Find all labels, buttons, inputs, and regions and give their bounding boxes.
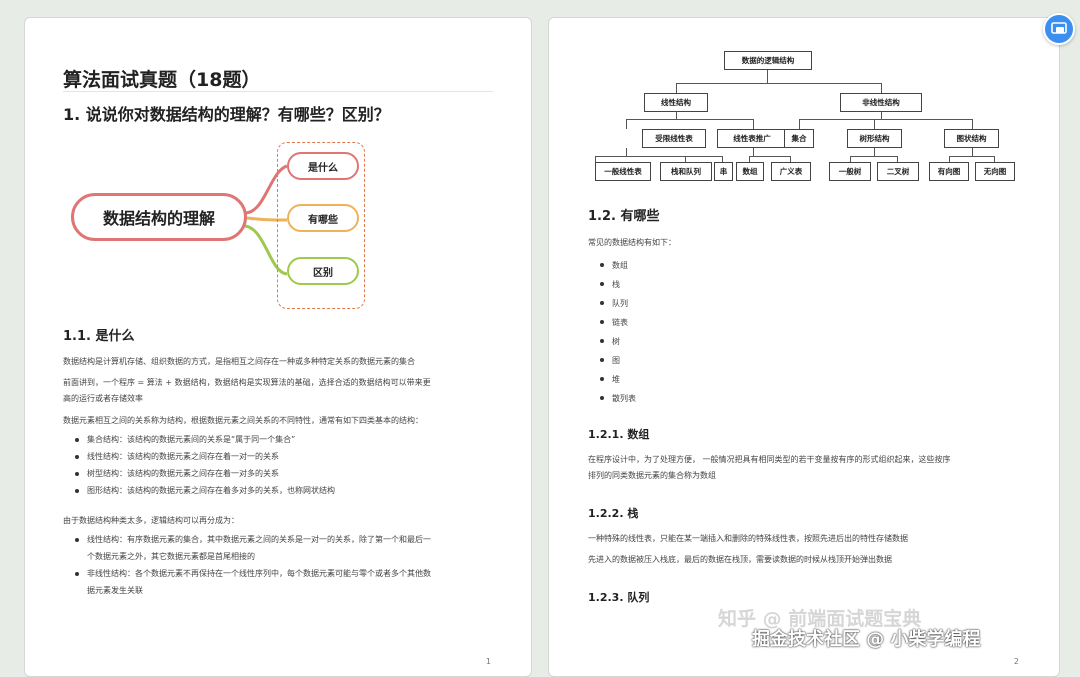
basic-structures-list: 集合结构：该结构的数据元素间的关系是“属于同一个集合” 线性结构：该结构的数据元… xyxy=(69,431,335,499)
tree-node-restricted-linear: 受限线性表 xyxy=(642,129,706,148)
tree-connector xyxy=(881,111,883,119)
list-item: 树型结构：该结构的数据元素之间存在着一对多的关系 xyxy=(69,465,335,482)
list-item: 线性结构：有序数据元素的集合，其中数据元素之间的关系是一对一的关系，除了第一个和… xyxy=(69,531,499,565)
tree-node-directed-graph: 有向图 xyxy=(929,162,969,181)
list-item-line: 据元素发生关联 xyxy=(87,586,143,595)
list-item: 堆 xyxy=(594,370,636,389)
list-item: 树 xyxy=(594,332,636,351)
tree-connector xyxy=(949,156,995,158)
tree-node-tree-structure: 树形结构 xyxy=(847,129,902,148)
document-title: 算法面试真题（18题） xyxy=(63,69,261,91)
tree-node-undirected-graph: 无向图 xyxy=(975,162,1015,181)
paragraph-stack-line1: 一种特殊的线性表，只能在某一端插入和删除的特殊线性表，按照先进后出的特性存储数据 xyxy=(588,534,908,543)
tree-connector xyxy=(749,156,791,158)
tree-node-general-tree: 一般树 xyxy=(829,162,871,181)
list-item: 线性结构：该结构的数据元素之间存在着一对一的关系 xyxy=(69,448,335,465)
paragraph-logical-split: 由于数据结构种类太多，逻辑结构可以再分成为： xyxy=(63,516,239,525)
cast-icon[interactable] xyxy=(1043,13,1075,45)
tree-node-linear-extension: 线性表推广 xyxy=(717,129,787,148)
tree-connector xyxy=(626,119,628,129)
paragraph-structure-types: 数据元素相互之间的关系称为结构，根据数据元素之间关系的不同特性，通常有如下四类基… xyxy=(63,416,423,425)
common-structures-list: 数组 栈 队列 链表 树 图 堆 散列表 xyxy=(594,256,636,408)
title-divider xyxy=(63,91,493,92)
tree-node-graph-structure: 图状结构 xyxy=(944,129,999,148)
cast-icon-glyph xyxy=(1051,22,1067,34)
tree-connector xyxy=(676,83,882,85)
list-item: 散列表 xyxy=(594,389,636,408)
section-1-2-1-heading: 1.2.1. 数组 xyxy=(588,428,650,441)
mindmap-node-what: 是什么 xyxy=(287,152,359,180)
tree-connector xyxy=(753,119,755,129)
section-1-2-heading: 1.2. 有哪些 xyxy=(588,209,660,224)
list-item: 图 xyxy=(594,351,636,370)
page-number: 2 xyxy=(1013,657,1019,666)
document-page-2: 数据的逻辑结构 线性结构 非线性结构 受限线性表 线性表推广 集合 树形结构 图… xyxy=(548,17,1060,677)
document-page-1: 算法面试真题（18题） 1. 说说你对数据结构的理解？有哪些？区别？ 数据结构的… xyxy=(24,17,532,677)
list-item-line: 线性结构：有序数据元素的集合，其中数据元素之间的关系是一对一的关系，除了第一个和… xyxy=(87,535,431,544)
list-item: 栈 xyxy=(594,275,636,294)
tree-connector xyxy=(799,119,973,121)
tree-connector xyxy=(595,156,723,158)
tree-connector xyxy=(626,148,628,156)
section-1-1-heading: 1.1. 是什么 xyxy=(63,329,135,344)
tree-connector xyxy=(874,148,876,156)
list-item-line: 个数据元素之外，其它数据元素都是首尾相接的 xyxy=(87,552,255,561)
page-number: 1 xyxy=(485,657,491,666)
tree-node-array: 数组 xyxy=(736,162,764,181)
section-1-2-3-heading: 1.2.3. 队列 xyxy=(588,591,650,604)
tree-connector xyxy=(676,111,678,119)
tree-node-string: 串 xyxy=(714,162,733,181)
list-item: 链表 xyxy=(594,313,636,332)
tree-connector xyxy=(753,148,755,156)
tree-connector xyxy=(972,148,974,156)
tree-node-stack-queue: 栈和队列 xyxy=(660,162,712,181)
tree-node-set: 集合 xyxy=(784,129,814,148)
source-watermark: 掘金技术社区 @ 小柴学编程 xyxy=(752,629,981,650)
tree-node-generalized-list: 广义表 xyxy=(771,162,811,181)
list-item: 队列 xyxy=(594,294,636,313)
logical-structures-list: 线性结构：有序数据元素的集合，其中数据元素之间的关系是一对一的关系，除了第一个和… xyxy=(69,531,499,599)
tree-connector xyxy=(676,83,678,93)
list-item: 集合结构：该结构的数据元素间的关系是“属于同一个集合” xyxy=(69,431,335,448)
list-item: 图形结构：该结构的数据元素之间存在着多对多的关系，也称网状结构 xyxy=(69,482,335,499)
list-item: 非线性结构：各个数据元素不再保持在一个线性序列中，每个数据元素可能与零个或者多个… xyxy=(69,565,499,599)
paragraph-stack-line2: 先进入的数据被压入栈底，最后的数据在栈顶，需要读数据的时候从栈顶开始弹出数据 xyxy=(588,555,892,564)
mindmap-node-types: 有哪些 xyxy=(287,204,359,232)
tree-node-general-linear: 一般线性表 xyxy=(595,162,651,181)
paragraph-program-line1: 前面讲到，一个程序 = 算法 + 数据结构，数据结构是实现算法的基础，选择合适的… xyxy=(63,378,431,387)
list-item: 数组 xyxy=(594,256,636,275)
tree-node-root: 数据的逻辑结构 xyxy=(724,51,812,70)
tree-connector xyxy=(850,156,898,158)
mindmap-center-node: 数据结构的理解 xyxy=(71,193,247,241)
paragraph-common-structures: 常见的数据结构有如下： xyxy=(588,238,676,247)
section-1-heading: 1. 说说你对数据结构的理解？有哪些？区别？ xyxy=(63,105,390,124)
tree-node-nonlinear: 非线性结构 xyxy=(840,93,922,112)
tree-connector xyxy=(626,119,754,121)
paragraph-array-line2: 排列的同类数据元素的集合称为数组 xyxy=(588,471,716,480)
paragraph-definition: 数据结构是计算机存储、组织数据的方式，是指相互之间存在一种或多种特定关系的数据元… xyxy=(63,357,415,366)
tree-node-binary-tree: 二叉树 xyxy=(877,162,919,181)
mindmap-node-difference: 区别 xyxy=(287,257,359,285)
list-item-line: 非线性结构：各个数据元素不再保持在一个线性序列中，每个数据元素可能与零个或者多个… xyxy=(87,569,431,578)
tree-connector xyxy=(767,70,769,83)
tree-node-linear: 线性结构 xyxy=(644,93,708,112)
tree-connector xyxy=(874,119,876,129)
paragraph-program-line2: 高的运行或者存储效率 xyxy=(63,394,143,403)
section-1-2-2-heading: 1.2.2. 栈 xyxy=(588,507,639,520)
tree-connector xyxy=(799,119,801,129)
tree-connector xyxy=(972,119,974,129)
tree-connector xyxy=(881,83,883,93)
paragraph-array-line1: 在程序设计中，为了处理方便， 一般情况把具有相同类型的若干变量按有序的形式组织起… xyxy=(588,455,951,464)
